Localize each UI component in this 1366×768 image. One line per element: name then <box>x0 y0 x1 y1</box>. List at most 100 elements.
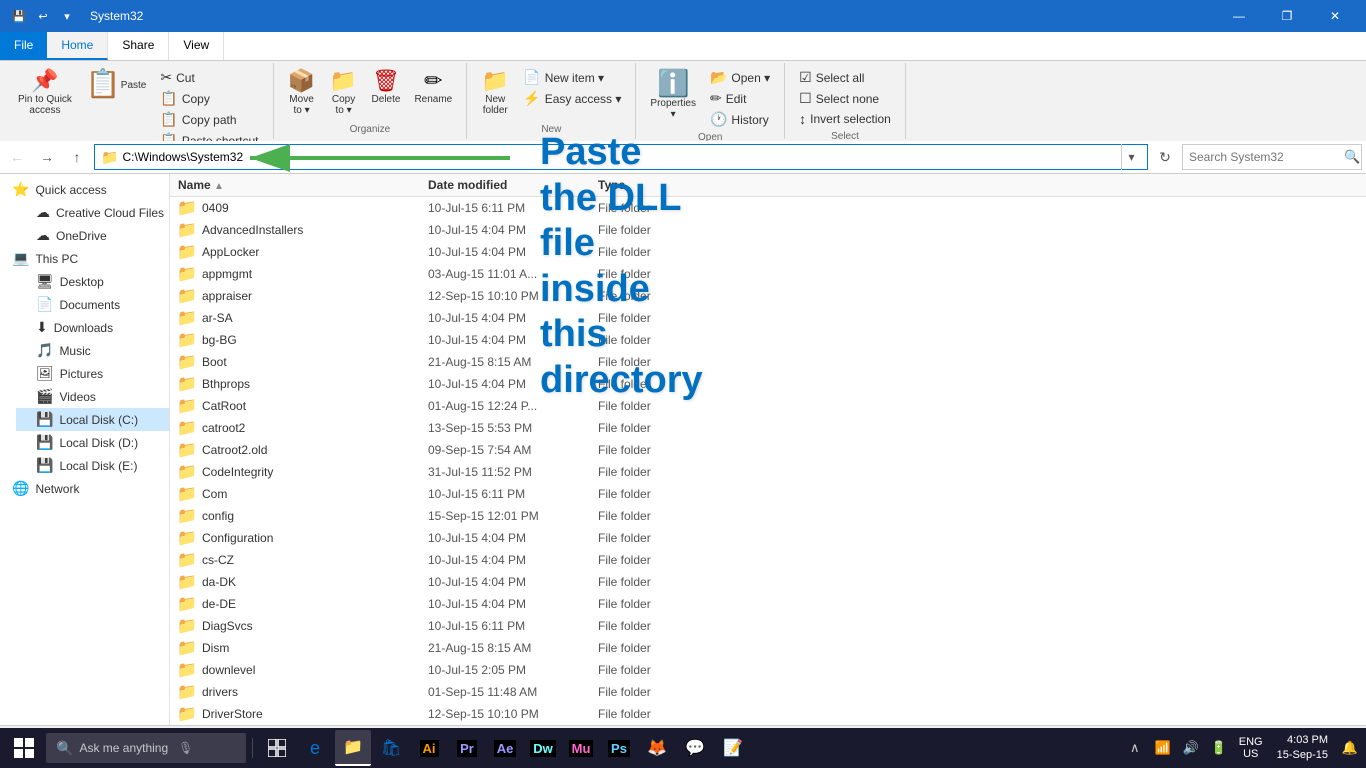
sidebar-item-localdiske[interactable]: 💾 Local Disk (E:) <box>16 454 169 477</box>
table-row[interactable]: 📁 da-DK 10-Jul-15 4:04 PM File folder <box>170 571 1366 593</box>
table-row[interactable]: 📁 bg-BG 10-Jul-15 4:04 PM File folder <box>170 329 1366 351</box>
easyaccess-button[interactable]: ⚡ Easy access ▾ <box>517 88 627 109</box>
sidebar-item-desktop[interactable]: 🖥 Desktop <box>16 270 169 293</box>
forward-button[interactable]: → <box>34 144 60 170</box>
sidebar-item-music[interactable]: 🎵 Music <box>16 339 169 362</box>
tab-share[interactable]: Share <box>108 32 169 60</box>
table-row[interactable]: 📁 AppLocker 10-Jul-15 4:04 PM File folde… <box>170 241 1366 263</box>
moveto-button[interactable]: 📦 Moveto ▾ <box>282 67 322 119</box>
table-row[interactable]: 📁 0409 10-Jul-15 6:11 PM File folder <box>170 197 1366 219</box>
qa-undo-btn[interactable]: ↩ <box>32 5 54 27</box>
table-row[interactable]: 📁 AdvancedInstallers 10-Jul-15 4:04 PM F… <box>170 219 1366 241</box>
table-row[interactable]: 📁 config 15-Sep-15 12:01 PM File folder <box>170 505 1366 527</box>
selectnone-button[interactable]: ☐ Select none <box>793 88 897 109</box>
table-row[interactable]: 📁 ar-SA 10-Jul-15 4:04 PM File folder <box>170 307 1366 329</box>
table-row[interactable]: 📁 CodeIntegrity 31-Jul-15 11:52 PM File … <box>170 461 1366 483</box>
cut-button[interactable]: ✂ Cut <box>154 67 264 88</box>
copy-button[interactable]: 📋 Copy <box>154 88 264 109</box>
tab-home[interactable]: Home <box>47 32 108 60</box>
taskbar-explorer[interactable]: 📁 <box>335 730 371 766</box>
sidebar-item-onedrive[interactable]: ☁ OneDrive <box>16 224 169 247</box>
taskbar-muse[interactable]: Mu <box>563 730 599 766</box>
taskbar-word[interactable]: 📝 <box>715 730 751 766</box>
taskbar-store[interactable]: 🛍 <box>373 730 409 766</box>
table-row[interactable]: 📁 appraiser 12-Sep-15 10:10 PM File fold… <box>170 285 1366 307</box>
copyto-button[interactable]: 📁 Copyto ▾ <box>324 67 364 119</box>
search-input[interactable] <box>1189 150 1344 164</box>
up-button[interactable]: ↑ <box>64 144 90 170</box>
taskbar-edge[interactable]: e <box>297 730 333 766</box>
taskbar-taskview[interactable] <box>259 730 295 766</box>
table-row[interactable]: 📁 appmgmt 03-Aug-15 11:01 A... File fold… <box>170 263 1366 285</box>
newitem-button[interactable]: 📄 New item ▾ <box>517 67 627 88</box>
table-row[interactable]: 📁 downlevel 10-Jul-15 2:05 PM File folde… <box>170 659 1366 681</box>
table-row[interactable]: 📁 Boot 21-Aug-15 8:15 AM File folder <box>170 351 1366 373</box>
selectall-button[interactable]: ☑ Select all <box>793 67 897 88</box>
taskbar-dreamweaver[interactable]: Dw <box>525 730 561 766</box>
maximize-button[interactable]: ❐ <box>1264 0 1310 32</box>
table-row[interactable]: 📁 drivers 01-Sep-15 11:48 AM File folder <box>170 681 1366 703</box>
qa-save-btn[interactable]: 💾 <box>8 5 30 27</box>
properties-button[interactable]: ℹ️ Properties▾ <box>644 67 702 123</box>
taskbar-skype[interactable]: 💬 <box>677 730 713 766</box>
sidebar-item-videos[interactable]: 🎬 Videos <box>16 385 169 408</box>
table-row[interactable]: 📁 Dism 21-Aug-15 8:15 AM File folder <box>170 637 1366 659</box>
sidebar-item-localdiskc[interactable]: 💾 Local Disk (C:) <box>16 408 169 431</box>
tab-view[interactable]: View <box>169 32 224 60</box>
invertselection-button[interactable]: ↕ Invert selection <box>793 109 897 129</box>
paste-button[interactable]: 📋 Paste <box>80 67 152 101</box>
table-row[interactable]: 📁 Configuration 10-Jul-15 4:04 PM File f… <box>170 527 1366 549</box>
taskbar-premiere[interactable]: Pr <box>449 730 485 766</box>
taskbar-illustrator[interactable]: Ai <box>411 730 447 766</box>
col-date-header[interactable]: Date modified <box>428 178 598 192</box>
table-row[interactable]: 📁 catroot2 13-Sep-15 5:53 PM File folder <box>170 417 1366 439</box>
tray-battery[interactable]: 🔋 <box>1207 736 1231 760</box>
address-input-wrap[interactable]: 📁 ▾ <box>94 144 1148 170</box>
open-button[interactable]: 📂 Open ▾ <box>704 67 776 88</box>
start-button[interactable] <box>4 728 44 768</box>
sidebar-item-documents[interactable]: 📄 Documents <box>16 293 169 316</box>
table-row[interactable]: 📁 CatRoot 01-Aug-15 12:24 P... File fold… <box>170 395 1366 417</box>
tray-volume[interactable]: 🔊 <box>1179 736 1203 760</box>
table-row[interactable]: 📁 de-DE 10-Jul-15 4:04 PM File folder <box>170 593 1366 615</box>
delete-button[interactable]: 🗑 Delete <box>366 67 407 108</box>
pin-button[interactable]: 📌 Pin to Quickaccess <box>12 67 78 119</box>
sidebar-item-quickaccess[interactable]: ⭐ Quick access <box>0 178 169 201</box>
history-button[interactable]: 🕐 History <box>704 109 776 130</box>
tab-file[interactable]: File <box>0 32 47 60</box>
sidebar-item-pictures[interactable]: 🖼 Pictures <box>16 362 169 385</box>
tray-notification[interactable]: 🔔 <box>1338 736 1362 760</box>
address-dropdown[interactable]: ▾ <box>1121 144 1141 170</box>
sidebar-item-network[interactable]: 🌐 Network <box>0 477 169 500</box>
back-button[interactable]: ← <box>4 144 30 170</box>
refresh-button[interactable]: ↻ <box>1152 144 1178 170</box>
tray-clock[interactable]: 4:03 PM 15-Sep-15 <box>1271 733 1334 764</box>
sidebar-item-downloads[interactable]: ⬇ Downloads <box>16 316 169 339</box>
sidebar-item-cloudfiles[interactable]: ☁ Creative Cloud Files <box>16 201 169 224</box>
table-row[interactable]: 📁 DiagSvcs 10-Jul-15 6:11 PM File folder <box>170 615 1366 637</box>
table-row[interactable]: 📁 cs-CZ 10-Jul-15 4:04 PM File folder <box>170 549 1366 571</box>
taskbar-photoshop[interactable]: Ps <box>601 730 637 766</box>
taskbar-search[interactable]: 🔍 Ask me anything 🎙 <box>46 733 246 763</box>
col-type-header[interactable]: Type <box>598 178 1358 192</box>
rename-button[interactable]: ✏ Rename <box>408 67 458 108</box>
sidebar-item-localdiskd[interactable]: 💾 Local Disk (D:) <box>16 431 169 454</box>
col-name-header[interactable]: Name ▲ <box>178 178 428 192</box>
tray-network[interactable]: 📶 <box>1151 736 1175 760</box>
tray-language[interactable]: ENG US <box>1235 736 1267 760</box>
close-button[interactable]: ✕ <box>1312 0 1358 32</box>
sidebar-item-thispc[interactable]: 💻 This PC <box>0 247 169 270</box>
edit-button[interactable]: ✏ Edit <box>704 88 776 109</box>
minimize-button[interactable]: — <box>1216 0 1262 32</box>
newfolder-button[interactable]: 📁 Newfolder <box>475 67 515 119</box>
table-row[interactable]: 📁 Bthprops 10-Jul-15 4:04 PM File folder <box>170 373 1366 395</box>
table-row[interactable]: 📁 DriverStore 12-Sep-15 10:10 PM File fo… <box>170 703 1366 725</box>
tray-chevron[interactable]: ∧ <box>1123 736 1147 760</box>
qa-dropdown-btn[interactable]: ▾ <box>56 5 78 27</box>
taskbar-aftereffects[interactable]: Ae <box>487 730 523 766</box>
table-row[interactable]: 📁 Com 10-Jul-15 6:11 PM File folder <box>170 483 1366 505</box>
table-row[interactable]: 📁 Catroot2.old 09-Sep-15 7:54 AM File fo… <box>170 439 1366 461</box>
address-input[interactable] <box>122 150 1121 164</box>
copypath-button[interactable]: 📋 Copy path <box>154 109 264 130</box>
taskbar-firefox[interactable]: 🦊 <box>639 730 675 766</box>
